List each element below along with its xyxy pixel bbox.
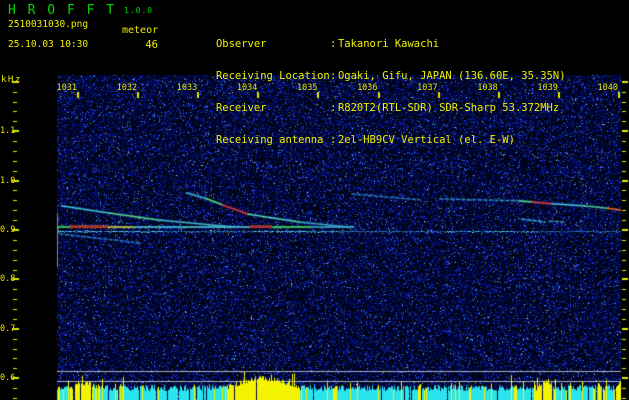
- x-tick-label: 1038: [477, 83, 498, 93]
- x-tick-label: 1040: [597, 83, 618, 93]
- info-separator: :: [329, 70, 337, 82]
- x-tick-label: 1035: [296, 83, 318, 93]
- x-tick-label: 1033: [176, 83, 198, 93]
- info-row-location: Receiving Location: Ogaki, Gifu, JAPAN (1…: [178, 60, 566, 82]
- x-tick-label: 1036: [357, 83, 378, 93]
- hrofft-window: H R O F F T 1.0.0 2510031030.png meteor …: [0, 0, 629, 400]
- x-tick-label: 1039: [537, 83, 558, 93]
- info-label: Receiving antenna: [215, 134, 324, 146]
- app-version: 1.0.0: [124, 6, 154, 15]
- y-axis-unit-label: kHz: [1, 75, 22, 85]
- y-tick-label: 0.8: [0, 274, 16, 285]
- info-separator: :: [329, 38, 337, 50]
- info-row-observer: Observer: Takanori Kawachi: [178, 28, 566, 50]
- app-title: H R O F F T: [8, 3, 117, 18]
- info-label: Receiver: [215, 102, 267, 114]
- info-separator: :: [329, 102, 337, 114]
- x-tick-label: 1037: [417, 83, 438, 93]
- observation-datetime: 25.10.03 10:30: [8, 39, 89, 50]
- info-separator: :: [329, 134, 337, 146]
- info-label: Observer: [215, 38, 267, 50]
- y-tick-label: 0.9: [0, 225, 16, 235]
- info-value: Ogaki, Gifu, JAPAN (136.60E, 35.35N): [337, 70, 566, 82]
- output-filename: 2510031030.png: [8, 19, 89, 30]
- info-value: Takanori Kawachi: [337, 38, 440, 50]
- echo-count: 46: [145, 39, 158, 51]
- mode-label: meteor: [122, 25, 159, 36]
- y-tick-label: 0.6: [0, 373, 16, 384]
- x-tick-label: 1031: [56, 83, 77, 93]
- y-tick-label: 1.0: [0, 175, 16, 186]
- info-row-antenna: Receiving antenna:2el-HB9CV Vertical (el…: [178, 124, 566, 146]
- y-tick-label: 0.7: [0, 323, 16, 334]
- y-tick-label: 1.1: [0, 126, 16, 137]
- info-value: 2el-HB9CV Vertical (el. E-W): [337, 134, 515, 146]
- x-tick-label: 1034: [236, 83, 258, 93]
- info-label: Receiving Location: [215, 70, 330, 82]
- info-value: R820T2(RTL-SDR) SDR-Sharp 53.372MHz: [337, 102, 560, 114]
- station-info: Observer: Takanori Kawachi Receiving Loca…: [178, 7, 566, 156]
- info-row-receiver: Receiver: R820T2(RTL-SDR) SDR-Sharp 53.37…: [178, 92, 566, 114]
- x-tick-label: 1032: [116, 83, 138, 93]
